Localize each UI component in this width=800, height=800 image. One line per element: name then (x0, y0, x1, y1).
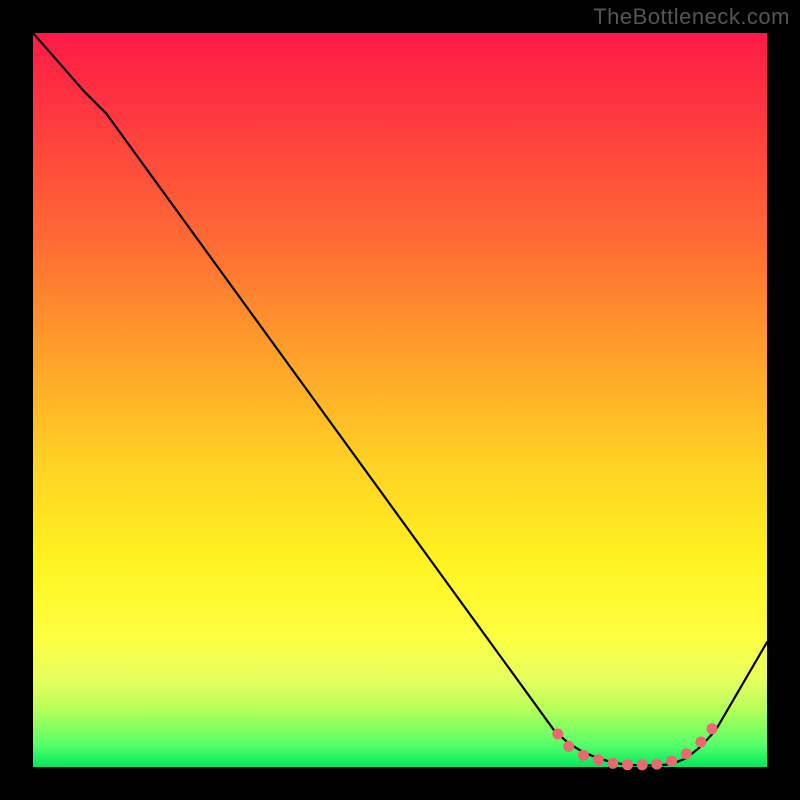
data-point (622, 759, 633, 770)
data-point (651, 759, 662, 770)
data-point (637, 759, 648, 770)
data-point (593, 754, 604, 765)
line-chart-svg (33, 33, 767, 767)
watermark: TheBottleneck.com (593, 4, 790, 30)
main-curve (33, 33, 767, 766)
data-point (695, 737, 706, 748)
data-point (552, 729, 563, 740)
chart-frame: TheBottleneck.com (0, 0, 800, 800)
gradient-plot-area (33, 33, 767, 767)
data-point (607, 758, 618, 769)
data-point (563, 741, 574, 752)
data-point (578, 750, 589, 761)
marker-group (552, 723, 717, 770)
data-point (666, 756, 677, 767)
data-point (681, 748, 692, 759)
data-point (707, 723, 718, 734)
